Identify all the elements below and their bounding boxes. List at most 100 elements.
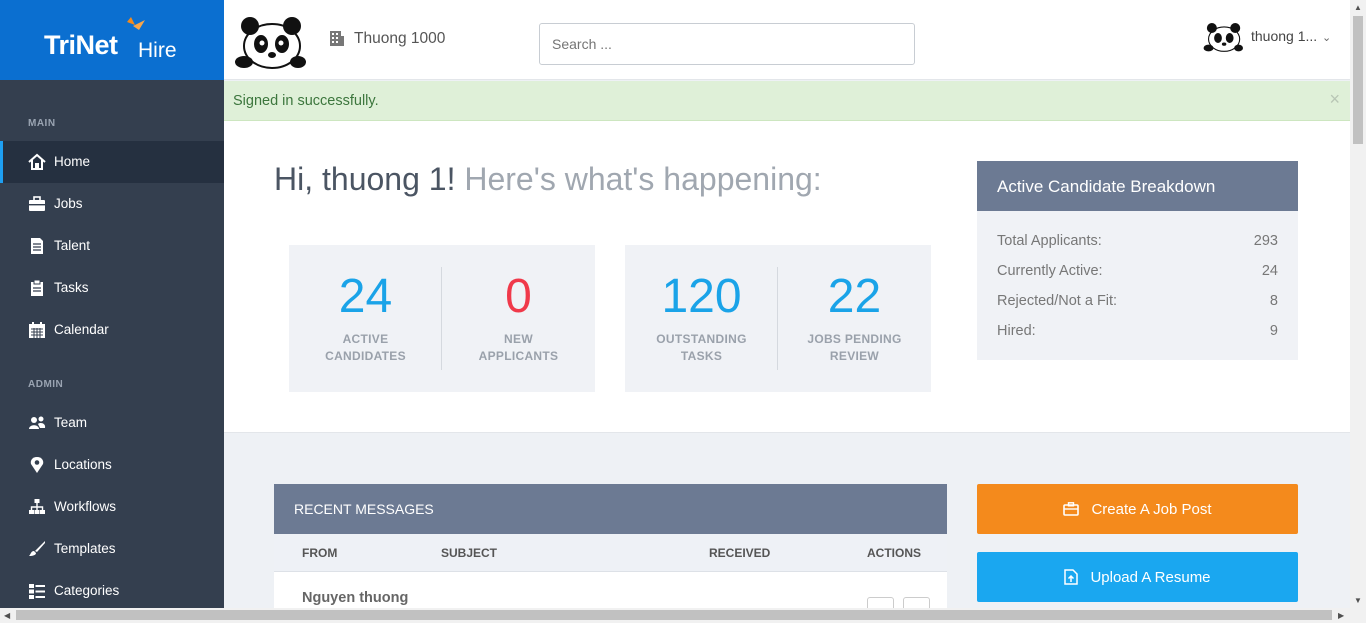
table-row[interactable]: Nguyen thuong (302, 590, 408, 606)
table-header: FROM SUBJECT RECEIVED ACTIONS (274, 534, 947, 572)
home-icon (28, 153, 46, 170)
stat-outstanding-tasks[interactable]: 120 OUTSTANDING TASKS (625, 245, 778, 392)
sidebar-item-label: Workflows (54, 499, 117, 514)
stat-active-candidates[interactable]: 24 ACTIVE CANDIDATES (289, 245, 442, 392)
upload-file-icon (1064, 569, 1079, 585)
close-icon[interactable]: × (1329, 89, 1340, 110)
button-label: Upload A Resume (1090, 568, 1211, 586)
panel-title: Active Candidate Breakdown (977, 161, 1298, 211)
chevron-down-icon[interactable]: ⌄ (1322, 31, 1331, 44)
brand-name: TriNet (44, 30, 118, 60)
top-header: Thuong 1000 thuong 1... ⌄ (224, 0, 1350, 80)
panel-title: RECENT MESSAGES (274, 484, 947, 534)
sidebar-item-team[interactable]: Team (0, 402, 224, 444)
row-value: 8 (1269, 293, 1278, 309)
row-label: Rejected/Not a Fit: (997, 293, 1118, 309)
sitemap-icon (29, 499, 45, 514)
stat-new-applicants[interactable]: 0 NEW APPLICANTS (442, 245, 595, 392)
stats-card-tasks: 120 OUTSTANDING TASKS 22 JOBS PENDING REVI… (625, 245, 931, 392)
sidebar-item-label: Jobs (54, 196, 83, 211)
column-actions: ACTIONS (867, 546, 921, 560)
greeting-hi: Hi, thuong 1! (274, 161, 456, 197)
building-icon (330, 31, 344, 46)
list-icon (29, 584, 45, 599)
sidebar-item-jobs[interactable]: Jobs (0, 183, 224, 225)
column-from[interactable]: FROM (302, 546, 337, 560)
row-value: 9 (1269, 323, 1278, 339)
bird-logo-icon (127, 17, 145, 30)
scroll-left-icon[interactable]: ◀ (4, 611, 10, 620)
clipboard-icon (31, 279, 43, 296)
page-title: Hi, thuong 1! Here's what's happening: (274, 161, 822, 198)
sidebar-section-main: MAIN (28, 118, 56, 129)
sidebar-item-locations[interactable]: Locations (0, 444, 224, 486)
upload-resume-button[interactable]: Upload A Resume (977, 552, 1298, 602)
user-avatar-icon[interactable] (1203, 22, 1243, 54)
horizontal-scrollbar[interactable]: ◀ ▶ (0, 608, 1366, 623)
sidebar-item-templates[interactable]: Templates (0, 528, 224, 570)
sidebar-item-label: Home (54, 154, 91, 169)
sidebar-item-label: Team (54, 415, 88, 430)
stat-label: JOBS PENDING REVIEW (807, 332, 902, 363)
brand-logo[interactable]: TriNet Hire (0, 0, 224, 80)
briefcase-icon (1063, 502, 1080, 516)
candidate-breakdown-panel: Active Candidate Breakdown Total Applica… (977, 161, 1298, 360)
app: TriNet Hire MAIN Home Jobs Talent Tasks … (0, 0, 1366, 623)
search-input[interactable] (539, 23, 915, 65)
row-value: 24 (1261, 263, 1278, 279)
panda-avatar-icon[interactable] (234, 16, 306, 72)
document-icon (31, 238, 43, 254)
row-value: 293 (1253, 233, 1278, 249)
stat-label: NEW APPLICANTS (478, 332, 559, 363)
sidebar-section-admin: ADMIN (28, 379, 64, 390)
breakdown-row: Currently Active: 24 (997, 263, 1278, 279)
row-label: Currently Active: (997, 263, 1103, 279)
company-name[interactable]: Thuong 1000 (354, 30, 445, 48)
brush-icon (29, 541, 45, 556)
scroll-down-icon[interactable]: ▼ (1354, 596, 1362, 605)
stat-value: 22 (827, 270, 882, 323)
breakdown-row: Hired: 9 (997, 323, 1278, 339)
calendar-icon (29, 322, 45, 338)
scroll-up-icon[interactable]: ▲ (1354, 3, 1362, 12)
breakdown-row: Total Applicants: 293 (997, 233, 1278, 249)
sidebar-item-home[interactable]: Home (0, 141, 224, 183)
briefcase-icon (29, 196, 45, 211)
recent-messages-panel: RECENT MESSAGES FROM SUBJECT RECEIVED AC… (274, 484, 947, 623)
vertical-scrollbar[interactable]: ▲ ▼ (1350, 0, 1366, 608)
brand-product: Hire (138, 39, 177, 62)
greeting-sub: Here's what's happening: (464, 161, 822, 197)
sidebar-item-talent[interactable]: Talent (0, 225, 224, 267)
sidebar-item-label: Locations (54, 457, 112, 472)
create-job-post-button[interactable]: Create A Job Post (977, 484, 1298, 534)
sidebar-item-calendar[interactable]: Calendar (0, 309, 224, 351)
column-subject[interactable]: SUBJECT (441, 546, 497, 560)
scrollbar-thumb[interactable] (16, 610, 1332, 620)
dashboard-overview: Hi, thuong 1! Here's what's happening: 2… (224, 121, 1350, 433)
user-menu[interactable]: thuong 1... (1251, 28, 1317, 44)
success-alert: Signed in successfully. × (224, 81, 1350, 121)
stat-label: ACTIVE CANDIDATES (325, 332, 406, 363)
stat-jobs-pending-review[interactable]: 22 JOBS PENDING REVIEW (778, 245, 931, 392)
sidebar-item-categories[interactable]: Categories (0, 570, 224, 612)
team-icon (29, 416, 46, 429)
scroll-right-icon[interactable]: ▶ (1338, 611, 1344, 620)
stats-card-candidates: 24 ACTIVE CANDIDATES 0 NEW APPLICANTS (289, 245, 595, 392)
alert-message: Signed in successfully. (233, 93, 379, 109)
sidebar-item-tasks[interactable]: Tasks (0, 267, 224, 309)
breakdown-row: Rejected/Not a Fit: 8 (997, 293, 1278, 309)
sidebar-item-workflows[interactable]: Workflows (0, 486, 224, 528)
column-received[interactable]: RECEIVED (709, 546, 770, 560)
sidebar-item-label: Categories (54, 583, 120, 598)
stat-value: 24 (338, 270, 393, 323)
sidebar-item-label: Tasks (54, 280, 89, 295)
stat-label: OUTSTANDING TASKS (656, 332, 747, 363)
sidebar-item-label: Talent (54, 238, 91, 253)
stat-value: 0 (505, 270, 532, 323)
location-pin-icon (30, 457, 44, 473)
row-label: Total Applicants: (997, 233, 1102, 249)
sidebar: MAIN Home Jobs Talent Tasks Calendar ADM… (0, 80, 224, 608)
button-label: Create A Job Post (1091, 500, 1212, 518)
scrollbar-thumb[interactable] (1353, 16, 1363, 144)
row-label: Hired: (997, 323, 1036, 339)
